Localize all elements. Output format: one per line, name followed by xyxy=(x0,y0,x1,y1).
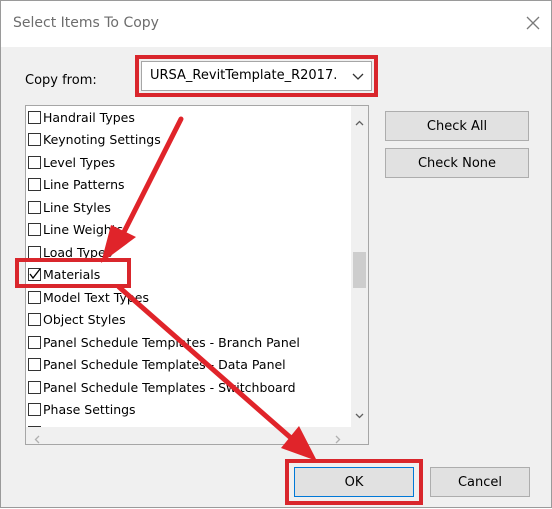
close-icon[interactable] xyxy=(521,11,545,35)
list-item[interactable]: Model Text Types xyxy=(28,286,348,309)
title-bar: Select Items To Copy xyxy=(1,1,551,47)
checkbox-checked[interactable] xyxy=(28,268,41,282)
checkbox[interactable] xyxy=(28,403,41,417)
items-list[interactable]: Handrail Types Keynoting Settings Level Ty… xyxy=(25,105,369,445)
list-item[interactable]: Load Types xyxy=(28,241,348,264)
list-item-label: Keynoting Settings xyxy=(43,132,161,148)
list-item[interactable]: Panel Schedule Templates - Switchboard xyxy=(28,376,348,399)
list-item-label: Line Styles xyxy=(43,199,111,215)
list-item-label: Line Patterns xyxy=(43,177,125,193)
list-item[interactable]: Object Styles xyxy=(28,309,348,332)
check-all-button[interactable]: Check All xyxy=(385,111,529,141)
checkbox[interactable] xyxy=(28,245,41,259)
items-list-content: Handrail Types Keynoting Settings Level Ty… xyxy=(28,106,348,444)
horizontal-scrollbar[interactable] xyxy=(26,427,368,444)
list-item-label: Model Text Types xyxy=(43,289,149,305)
list-item[interactable]: Line Weights xyxy=(28,219,348,242)
scroll-up-icon[interactable] xyxy=(354,114,365,126)
list-item[interactable]: Panel Schedule Templates - Data Panel xyxy=(28,354,348,377)
checkmark-icon xyxy=(29,268,41,280)
scroll-thumb[interactable] xyxy=(353,252,366,288)
copy-from-dropdown[interactable]: URSA_RevitTemplate_R2017. xyxy=(141,61,372,91)
list-item-label: Handrail Types xyxy=(43,109,135,125)
list-item[interactable]: Level Types xyxy=(28,151,348,174)
select-items-dialog: Select Items To Copy Copy from: URSA_Rev… xyxy=(0,0,552,508)
dialog-title: Select Items To Copy xyxy=(13,15,159,31)
list-item[interactable]: Phase Settings xyxy=(28,399,348,422)
scrollbar-corner xyxy=(351,427,368,444)
check-none-button[interactable]: Check None xyxy=(385,148,529,178)
vertical-scrollbar[interactable] xyxy=(351,106,368,427)
list-item-label: Line Weights xyxy=(43,222,124,238)
checkbox[interactable] xyxy=(28,223,41,237)
list-item[interactable]: Materials xyxy=(28,264,348,287)
list-item-label: Load Types xyxy=(43,244,113,260)
copy-from-value: URSA_RevitTemplate_R2017. xyxy=(150,68,338,83)
checkbox[interactable] xyxy=(28,155,41,169)
chevron-down-icon xyxy=(351,68,365,82)
scroll-right-icon[interactable] xyxy=(332,430,343,444)
checkbox[interactable] xyxy=(28,380,41,394)
scroll-down-icon[interactable] xyxy=(354,406,365,419)
list-item-label: Materials xyxy=(43,267,101,283)
scroll-left-icon[interactable] xyxy=(32,430,43,444)
list-item[interactable]: Handrail Types xyxy=(28,106,348,129)
checkbox[interactable] xyxy=(28,290,41,304)
checkbox[interactable] xyxy=(28,358,41,372)
list-item[interactable]: Keynoting Settings xyxy=(28,129,348,152)
checkbox[interactable] xyxy=(28,178,41,192)
list-item-label: Phase Settings xyxy=(43,402,136,418)
list-item-label: Level Types xyxy=(43,154,116,170)
list-item[interactable]: Line Patterns xyxy=(28,174,348,197)
ok-button[interactable]: OK xyxy=(294,467,414,497)
cancel-button[interactable]: Cancel xyxy=(430,467,530,497)
copy-from-label: Copy from: xyxy=(25,73,97,88)
checkbox[interactable] xyxy=(28,335,41,349)
list-item-label: Panel Schedule Templates - Branch Panel xyxy=(43,334,300,350)
checkbox[interactable] xyxy=(28,200,41,214)
checkbox[interactable] xyxy=(28,133,41,147)
list-item-label: Panel Schedule Templates - Data Panel xyxy=(43,357,286,373)
list-item-label: Panel Schedule Templates - Switchboard xyxy=(43,379,296,395)
list-item[interactable]: Line Styles xyxy=(28,196,348,219)
list-item-label: Object Styles xyxy=(43,312,126,328)
list-item[interactable]: Panel Schedule Templates - Branch Panel xyxy=(28,331,348,354)
checkbox[interactable] xyxy=(28,110,41,124)
checkbox[interactable] xyxy=(28,313,41,327)
